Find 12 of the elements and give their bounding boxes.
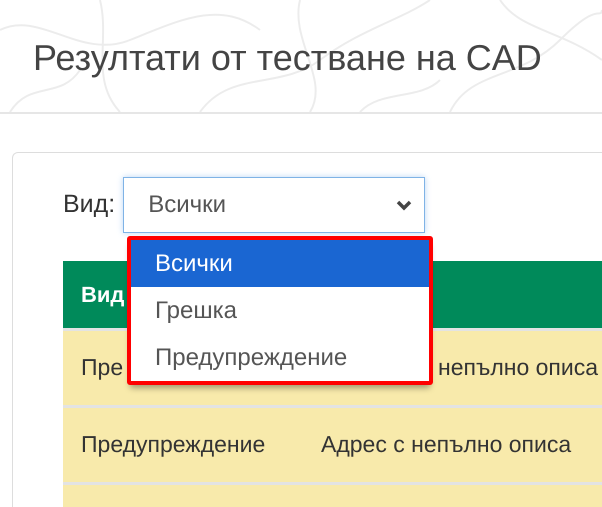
filter-label: Вид: bbox=[63, 189, 116, 220]
column-header: Вид bbox=[81, 282, 124, 307]
table-cell: непълно описа bbox=[438, 354, 598, 380]
table-cell: Предупреждение bbox=[81, 431, 266, 458]
type-select[interactable]: Всички bbox=[123, 177, 426, 233]
dropdown-option[interactable]: Предупреждение bbox=[131, 334, 429, 381]
dropdown-option[interactable]: Грешка bbox=[131, 287, 429, 334]
table-cell: Адрес с непълно описа bbox=[321, 431, 572, 458]
chevron-down-icon bbox=[396, 200, 412, 210]
table-cell: Пре bbox=[81, 354, 124, 380]
page-title: Резултати от тестване на CAD bbox=[33, 36, 542, 80]
dropdown-option[interactable]: Всички bbox=[131, 240, 429, 287]
